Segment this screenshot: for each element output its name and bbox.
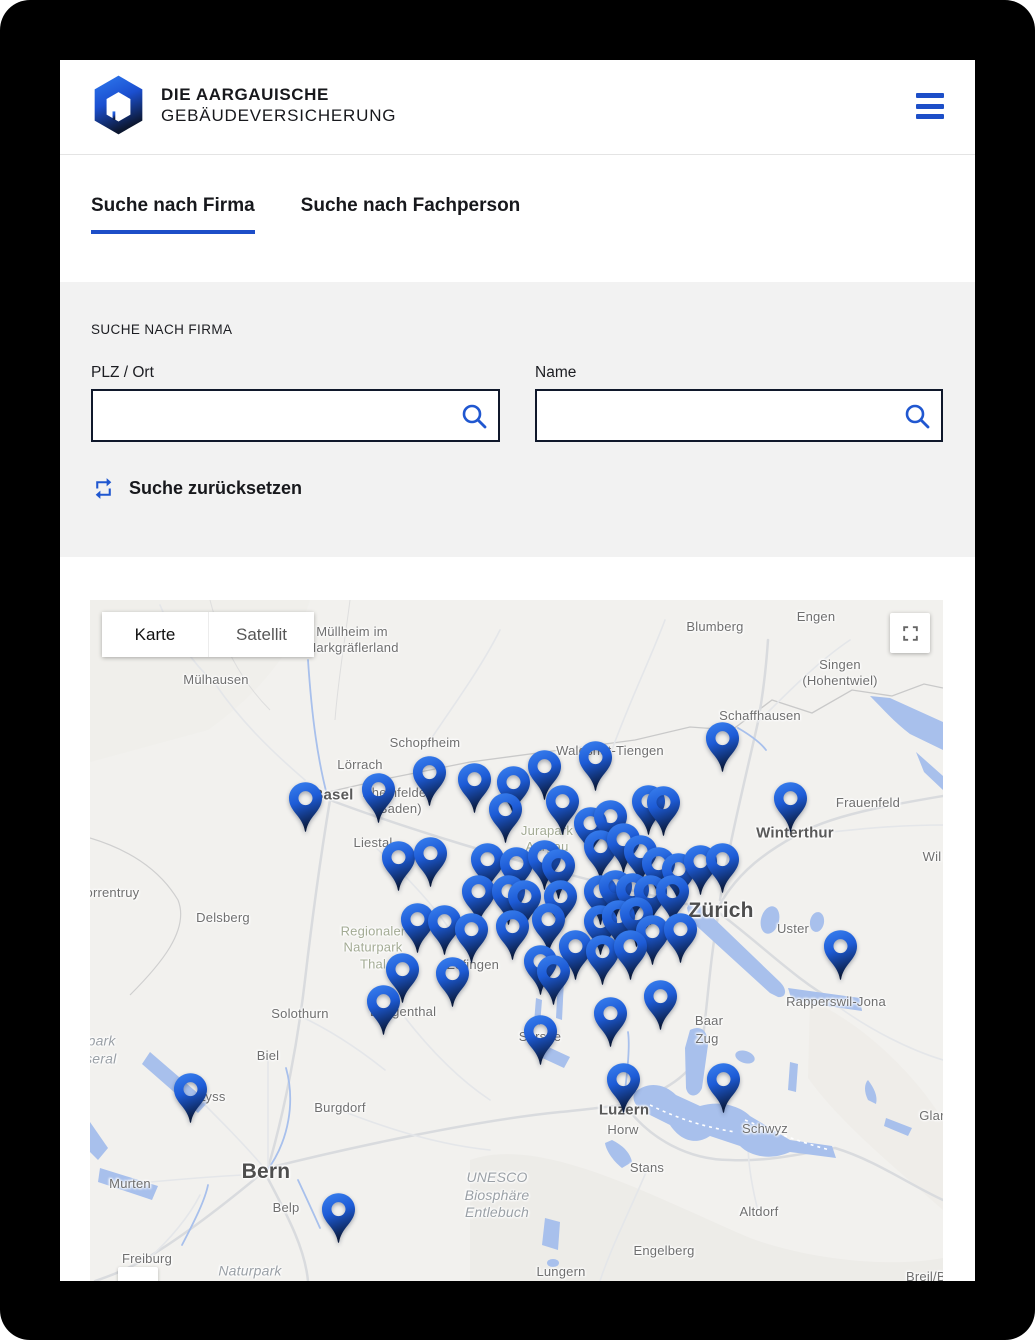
map-pin[interactable] <box>605 1062 642 1114</box>
map-label: Blumberg <box>686 619 743 635</box>
hamburger-menu-icon[interactable] <box>916 93 944 119</box>
search-panel-title: SUCHE NACH FIRMA <box>91 322 944 337</box>
map-label: Biel <box>257 1048 279 1064</box>
map-type-satellit-button[interactable]: Satellit <box>208 612 314 657</box>
map-pin[interactable] <box>822 929 859 981</box>
map-label: Burgdorf <box>314 1100 365 1116</box>
map-pin[interactable] <box>662 912 699 964</box>
map-label: Wil <box>923 849 942 865</box>
logo-line-2: GEBÄUDEVERSICHERUNG <box>161 106 396 127</box>
map-pin[interactable] <box>434 956 471 1008</box>
map-pin[interactable] <box>172 1072 209 1124</box>
map-label: Frauenfeld <box>836 795 900 811</box>
map-pin[interactable] <box>642 979 679 1031</box>
map-label: Horw <box>607 1122 638 1138</box>
map-pin[interactable] <box>487 792 524 844</box>
name-field-group: Name <box>535 364 943 442</box>
map-label: Solothurn <box>271 1006 328 1022</box>
map-type-control: Karte Satellit <box>102 612 314 657</box>
map-label: Müllheim im Markgräflerland <box>305 624 398 657</box>
name-label: Name <box>535 364 943 382</box>
map-label: Freiburg <box>122 1251 172 1267</box>
map-label: Engelberg <box>633 1243 694 1259</box>
fullscreen-icon <box>901 624 920 643</box>
search-icon[interactable] <box>460 402 488 430</box>
map-label: Altdorf <box>740 1204 779 1220</box>
map-pin[interactable] <box>592 996 629 1048</box>
reset-search-button[interactable]: Suche zurücksetzen <box>91 476 302 501</box>
map-label: Belp <box>273 1200 300 1216</box>
device-frame: DIE AARGAUISCHE GEBÄUDEVERSICHERUNG Such… <box>0 0 1035 1340</box>
map-label: Engen <box>797 609 836 625</box>
search-panel: SUCHE NACH FIRMA PLZ / Ort Name <box>60 282 975 557</box>
map-label: Schopfheim <box>390 735 461 751</box>
map-label: Schwyz <box>742 1121 788 1137</box>
map-label: Delsberg <box>196 910 250 926</box>
map-label: Porrentruy <box>90 885 139 901</box>
map-label: Murten <box>109 1176 151 1192</box>
name-input[interactable] <box>535 389 943 442</box>
map-label: Naturpark Gantrisch <box>218 1263 281 1282</box>
map-label: Bern <box>242 1159 291 1185</box>
plz-ort-label: PLZ / Ort <box>91 364 500 382</box>
logo-line-1: DIE AARGAUISCHE <box>161 85 396 106</box>
map-pin[interactable] <box>772 781 809 833</box>
map-pin[interactable] <box>360 772 397 824</box>
map-label: Lungern <box>536 1264 585 1280</box>
map-pin[interactable] <box>411 755 448 807</box>
map-pin[interactable] <box>365 984 402 1036</box>
map-pin[interactable] <box>320 1192 357 1244</box>
logo-text: DIE AARGAUISCHE GEBÄUDEVERSICHERUNG <box>161 83 396 126</box>
map-label: Mülhausen <box>183 672 248 688</box>
map-label: Rapperswil-Jona <box>786 994 886 1010</box>
map-label: Breil/Brigels <box>906 1269 943 1281</box>
plz-ort-input[interactable] <box>91 389 500 442</box>
search-icon[interactable] <box>903 402 931 430</box>
map-pin[interactable] <box>704 721 741 773</box>
plz-ort-field-group: PLZ / Ort <box>91 364 500 442</box>
map-type-karte-button[interactable]: Karte <box>102 612 208 657</box>
logo-hexagon-icon <box>91 74 146 136</box>
reset-search-label: Suche zurücksetzen <box>129 478 302 499</box>
map-label: Stans <box>630 1160 664 1176</box>
map-label: UNESCO Biosphäre Entlebuch <box>465 1169 530 1222</box>
map-pin[interactable] <box>412 836 449 888</box>
map-pin[interactable] <box>535 954 572 1006</box>
map-pin[interactable] <box>577 740 614 792</box>
tab-bar: Suche nach Firma Suche nach Fachperson <box>60 155 975 282</box>
map-pin[interactable] <box>705 1062 742 1114</box>
tab-suche-nach-firma[interactable]: Suche nach Firma <box>91 195 255 234</box>
map-label: Naturpark Chasseral <box>90 1033 116 1068</box>
fullscreen-button[interactable] <box>890 613 930 653</box>
map-canvas[interactable]: Mülhausen Müllheim im Markgräflerland Blum… <box>90 600 943 1281</box>
map-label: Glarus <box>919 1108 943 1124</box>
logo: DIE AARGAUISCHE GEBÄUDEVERSICHERUNG <box>91 74 396 136</box>
map-label: Singen (Hohentwiel) <box>802 657 877 690</box>
tab-suche-nach-fachperson[interactable]: Suche nach Fachperson <box>301 195 521 234</box>
map-label: Zug <box>695 1031 718 1047</box>
page: DIE AARGAUISCHE GEBÄUDEVERSICHERUNG Such… <box>60 60 975 1281</box>
map-pin[interactable] <box>522 1014 559 1066</box>
map-label: Baar <box>695 1013 723 1029</box>
map-pin[interactable] <box>704 842 741 894</box>
map-pin[interactable] <box>612 929 649 981</box>
reset-repeat-icon <box>91 476 116 501</box>
map-pin[interactable] <box>287 781 324 833</box>
map-pin[interactable] <box>645 785 682 837</box>
map-control-stub <box>118 1267 158 1281</box>
header: DIE AARGAUISCHE GEBÄUDEVERSICHERUNG <box>60 60 975 155</box>
map-label: Uster <box>777 921 809 937</box>
